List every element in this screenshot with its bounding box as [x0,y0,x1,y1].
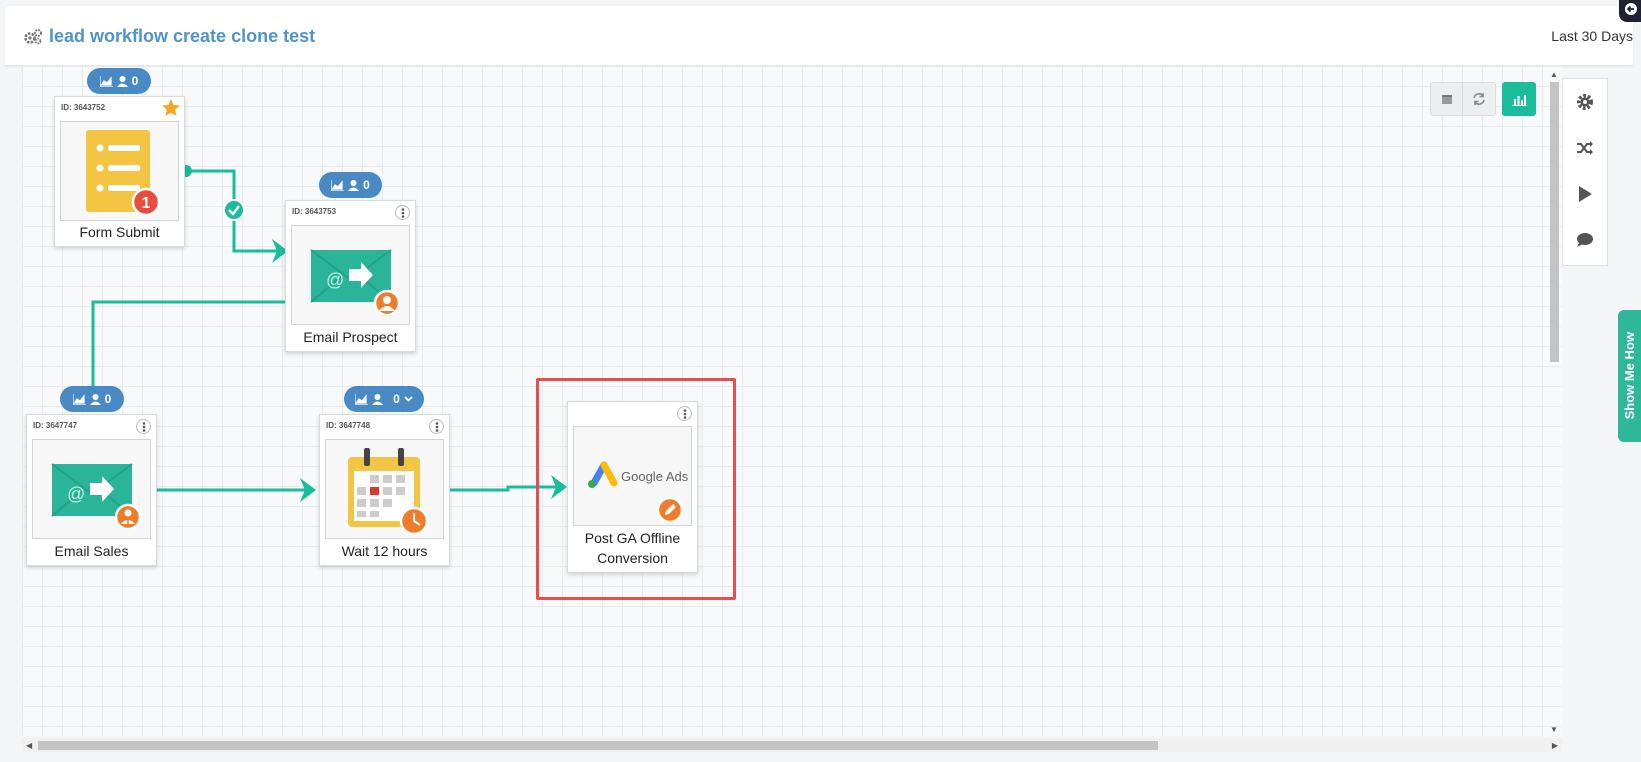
node-label: Wait 12 hours [341,543,428,559]
chart-icon [72,393,86,405]
chevron-down-icon [404,396,413,402]
node-label: Email Sales [54,543,129,559]
email-envelope-icon: @ [50,463,141,529]
refresh-button[interactable] [1463,83,1495,115]
wait-count: 0 [393,392,400,406]
user-icon [348,179,360,191]
calendar-clock-icon [347,448,428,535]
node-menu-button[interactable] [429,419,444,434]
vertical-scroll-thumb[interactable] [1550,82,1559,362]
calendar-button[interactable] [1431,83,1463,115]
alert-count: 1 [141,195,150,212]
email-sales-count: 0 [104,392,112,406]
scroll-left-icon[interactable]: ◀ [26,741,32,750]
wait-image [325,439,444,539]
show-me-how-tab[interactable]: Show Me How [1618,310,1641,442]
node-email-prospect[interactable]: ID: 3643753 @ Email Prospect [285,200,416,352]
more-vertical-icon [401,207,404,218]
workflow-app: lead workflow create clone test Last 30 … [0,0,1641,762]
node-id: ID: 3647747 [33,421,78,430]
scroll-down-icon[interactable]: ▼ [1550,725,1558,734]
connection-lines [91,165,567,502]
gear-icon [1577,94,1593,110]
node-label: Form Submit [79,224,160,240]
refresh-icon [1473,93,1485,105]
vertical-scrollbar[interactable]: ▲ ▼ [1548,70,1560,734]
selection-highlight [536,378,736,600]
more-vertical-icon [142,421,145,432]
node-form-submit[interactable]: ID: 3643752 1 Form Submit [54,96,185,247]
node-menu-button[interactable] [395,205,410,220]
svg-text:@: @ [67,484,85,504]
form-image: 1 [60,121,179,221]
shuffle-button[interactable] [1562,125,1608,171]
svg-text:@: @ [326,270,344,290]
chart-icon [99,75,113,87]
stats-badge-email-prospect[interactable]: 0 [319,172,382,198]
form-submit-count: 0 [131,74,139,88]
email-image: @ [32,439,151,539]
horizontal-scrollbar[interactable]: ◀ ▶ [22,738,1562,752]
calendar-icon [1441,95,1452,104]
more-vertical-icon [435,421,438,432]
email-envelope-icon: @ [309,249,400,315]
node-id: ID: 3647748 [326,421,371,430]
connector-prospect-to-sales [91,300,285,399]
node-menu-button[interactable] [136,419,151,434]
email-prospect-count: 0 [363,178,370,192]
bar-chart-icon [1512,94,1526,106]
toolbar-group [1430,82,1496,116]
form-list-icon: 1 [85,130,160,216]
play-icon [1579,186,1592,202]
node-id: ID: 3643753 [292,207,337,216]
chart-icon [331,179,345,191]
show-me-how-label: Show Me How [1622,332,1637,420]
canvas-toolbar [1430,82,1536,116]
node-id: ID: 3643752 [61,103,106,112]
scroll-up-icon[interactable]: ▲ [1550,70,1558,79]
shuffle-icon [1577,141,1593,155]
user-icon [89,393,101,405]
user-icon [116,75,128,87]
comment-icon [1577,233,1593,247]
chart-icon [355,393,369,405]
play-button[interactable] [1562,171,1608,217]
comment-button[interactable] [1562,217,1608,263]
node-wait[interactable]: ID: 3647748 Wait 12 hours [319,414,450,566]
stats-badge-email-sales[interactable]: 0 [60,386,124,412]
right-tool-panel [1562,78,1608,266]
email-image: @ [291,225,410,325]
horizontal-scroll-thumb[interactable] [38,741,1158,750]
user-icon [372,393,384,405]
settings-button[interactable] [1562,79,1608,125]
check-icon [223,199,245,221]
star-icon[interactable] [161,98,181,118]
analytics-button[interactable] [1502,82,1536,116]
stats-badge-wait[interactable]: 0 [344,386,424,412]
scroll-right-icon[interactable]: ▶ [1552,741,1558,750]
node-label: Email Prospect [303,329,398,345]
stats-badge-form-submit[interactable]: 0 [87,68,151,94]
node-email-sales[interactable]: ID: 3647747 @ Email Sales [26,414,157,566]
